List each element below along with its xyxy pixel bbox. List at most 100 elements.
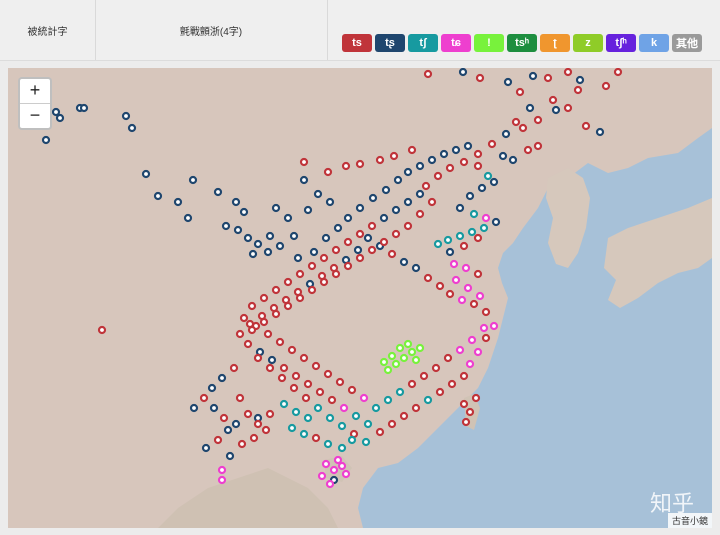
dialect-point[interactable] (279, 363, 289, 373)
dialect-point[interactable] (293, 253, 303, 263)
dialect-point[interactable] (419, 371, 429, 381)
dialect-point[interactable] (359, 393, 369, 403)
dialect-point[interactable] (299, 353, 309, 363)
dialect-point[interactable] (343, 213, 353, 223)
dialect-point[interactable] (391, 359, 401, 369)
dialect-point[interactable] (483, 171, 493, 181)
dialect-point[interactable] (411, 263, 421, 273)
dialect-point[interactable] (231, 197, 241, 207)
dialect-point[interactable] (473, 269, 483, 279)
dialect-point[interactable] (279, 399, 289, 409)
dialect-point[interactable] (291, 371, 301, 381)
dialect-point[interactable] (355, 203, 365, 213)
dialect-point[interactable] (323, 439, 333, 449)
dialect-point[interactable] (613, 68, 623, 77)
dialect-point[interactable] (421, 181, 431, 191)
dialect-point[interactable] (225, 451, 235, 461)
dialect-point[interactable] (247, 301, 257, 311)
dialect-point[interactable] (461, 417, 471, 427)
dialect-point[interactable] (595, 127, 605, 137)
dialect-point[interactable] (331, 269, 341, 279)
dialect-point[interactable] (243, 233, 253, 243)
dialect-point[interactable] (271, 203, 281, 213)
dialect-point[interactable] (399, 353, 409, 363)
dialect-point[interactable] (563, 68, 573, 77)
dialect-point[interactable] (473, 233, 483, 243)
dialect-point[interactable] (435, 387, 445, 397)
dialect-point[interactable] (503, 77, 513, 87)
dialect-point[interactable] (283, 301, 293, 311)
dialect-point[interactable] (299, 175, 309, 185)
dialect-point[interactable] (469, 209, 479, 219)
dialect-point[interactable] (333, 455, 343, 465)
zoom-out-button[interactable]: − (20, 104, 50, 128)
dialect-point[interactable] (311, 361, 321, 371)
dialect-point[interactable] (431, 363, 441, 373)
dialect-point[interactable] (449, 259, 459, 269)
dialect-point[interactable] (363, 419, 373, 429)
dialect-point[interactable] (249, 433, 259, 443)
dialect-point[interactable] (459, 241, 469, 251)
dialect-point[interactable] (213, 435, 223, 445)
dialect-point[interactable] (458, 68, 468, 77)
dialect-point[interactable] (459, 399, 469, 409)
dialect-point[interactable] (353, 245, 363, 255)
dialect-point[interactable] (399, 411, 409, 421)
dialect-point[interactable] (518, 123, 528, 133)
dialect-point[interactable] (299, 429, 309, 439)
zoom-in-button[interactable]: + (20, 79, 50, 104)
dialect-point[interactable] (259, 317, 269, 327)
dialect-point[interactable] (201, 443, 211, 453)
dialect-point[interactable] (239, 313, 249, 323)
dialect-point[interactable] (277, 373, 287, 383)
dialect-point[interactable] (465, 407, 475, 417)
dialect-point[interactable] (423, 273, 433, 283)
dialect-point[interactable] (325, 413, 335, 423)
dialect-point[interactable] (383, 395, 393, 405)
dialect-point[interactable] (467, 335, 477, 345)
dialect-point[interactable] (479, 323, 489, 333)
legend-chip[interactable]: 其他 (672, 34, 702, 52)
dialect-point[interactable] (407, 145, 417, 155)
dialect-point[interactable] (263, 247, 273, 257)
dialect-point[interactable] (387, 351, 397, 361)
dialect-point[interactable] (243, 339, 253, 349)
dialect-point[interactable] (525, 103, 535, 113)
dialect-point[interactable] (317, 471, 327, 481)
dialect-point[interactable] (439, 149, 449, 159)
dialect-point[interactable] (221, 221, 231, 231)
dialect-point[interactable] (303, 205, 313, 215)
dialect-point[interactable] (287, 423, 297, 433)
dialect-point[interactable] (415, 343, 425, 353)
dialect-point[interactable] (391, 229, 401, 239)
dialect-point[interactable] (445, 247, 455, 257)
dialect-point[interactable] (391, 205, 401, 215)
dialect-point[interactable] (283, 277, 293, 287)
dialect-point[interactable] (287, 345, 297, 355)
dialect-point[interactable] (457, 295, 467, 305)
dialect-point[interactable] (355, 229, 365, 239)
dialect-point[interactable] (473, 347, 483, 357)
dialect-point[interactable] (427, 155, 437, 165)
dialect-point[interactable] (473, 149, 483, 159)
dialect-point[interactable] (243, 409, 253, 419)
dialect-point[interactable] (313, 189, 323, 199)
dialect-point[interactable] (435, 281, 445, 291)
dialect-point[interactable] (313, 403, 323, 413)
dialect-point[interactable] (465, 191, 475, 201)
dialect-point[interactable] (325, 479, 335, 489)
dialect-point[interactable] (79, 103, 89, 113)
dialect-point[interactable] (403, 197, 413, 207)
dialect-point[interactable] (321, 233, 331, 243)
dialect-point[interactable] (295, 269, 305, 279)
dialect-point[interactable] (259, 293, 269, 303)
dialect-point[interactable] (533, 115, 543, 125)
dialect-point[interactable] (271, 285, 281, 295)
dialect-point[interactable] (327, 395, 337, 405)
dialect-point[interactable] (335, 377, 345, 387)
dialect-point[interactable] (415, 209, 425, 219)
dialect-point[interactable] (407, 379, 417, 389)
dialect-point[interactable] (351, 411, 361, 421)
dialect-point[interactable] (433, 239, 443, 249)
dialect-point[interactable] (601, 81, 611, 91)
